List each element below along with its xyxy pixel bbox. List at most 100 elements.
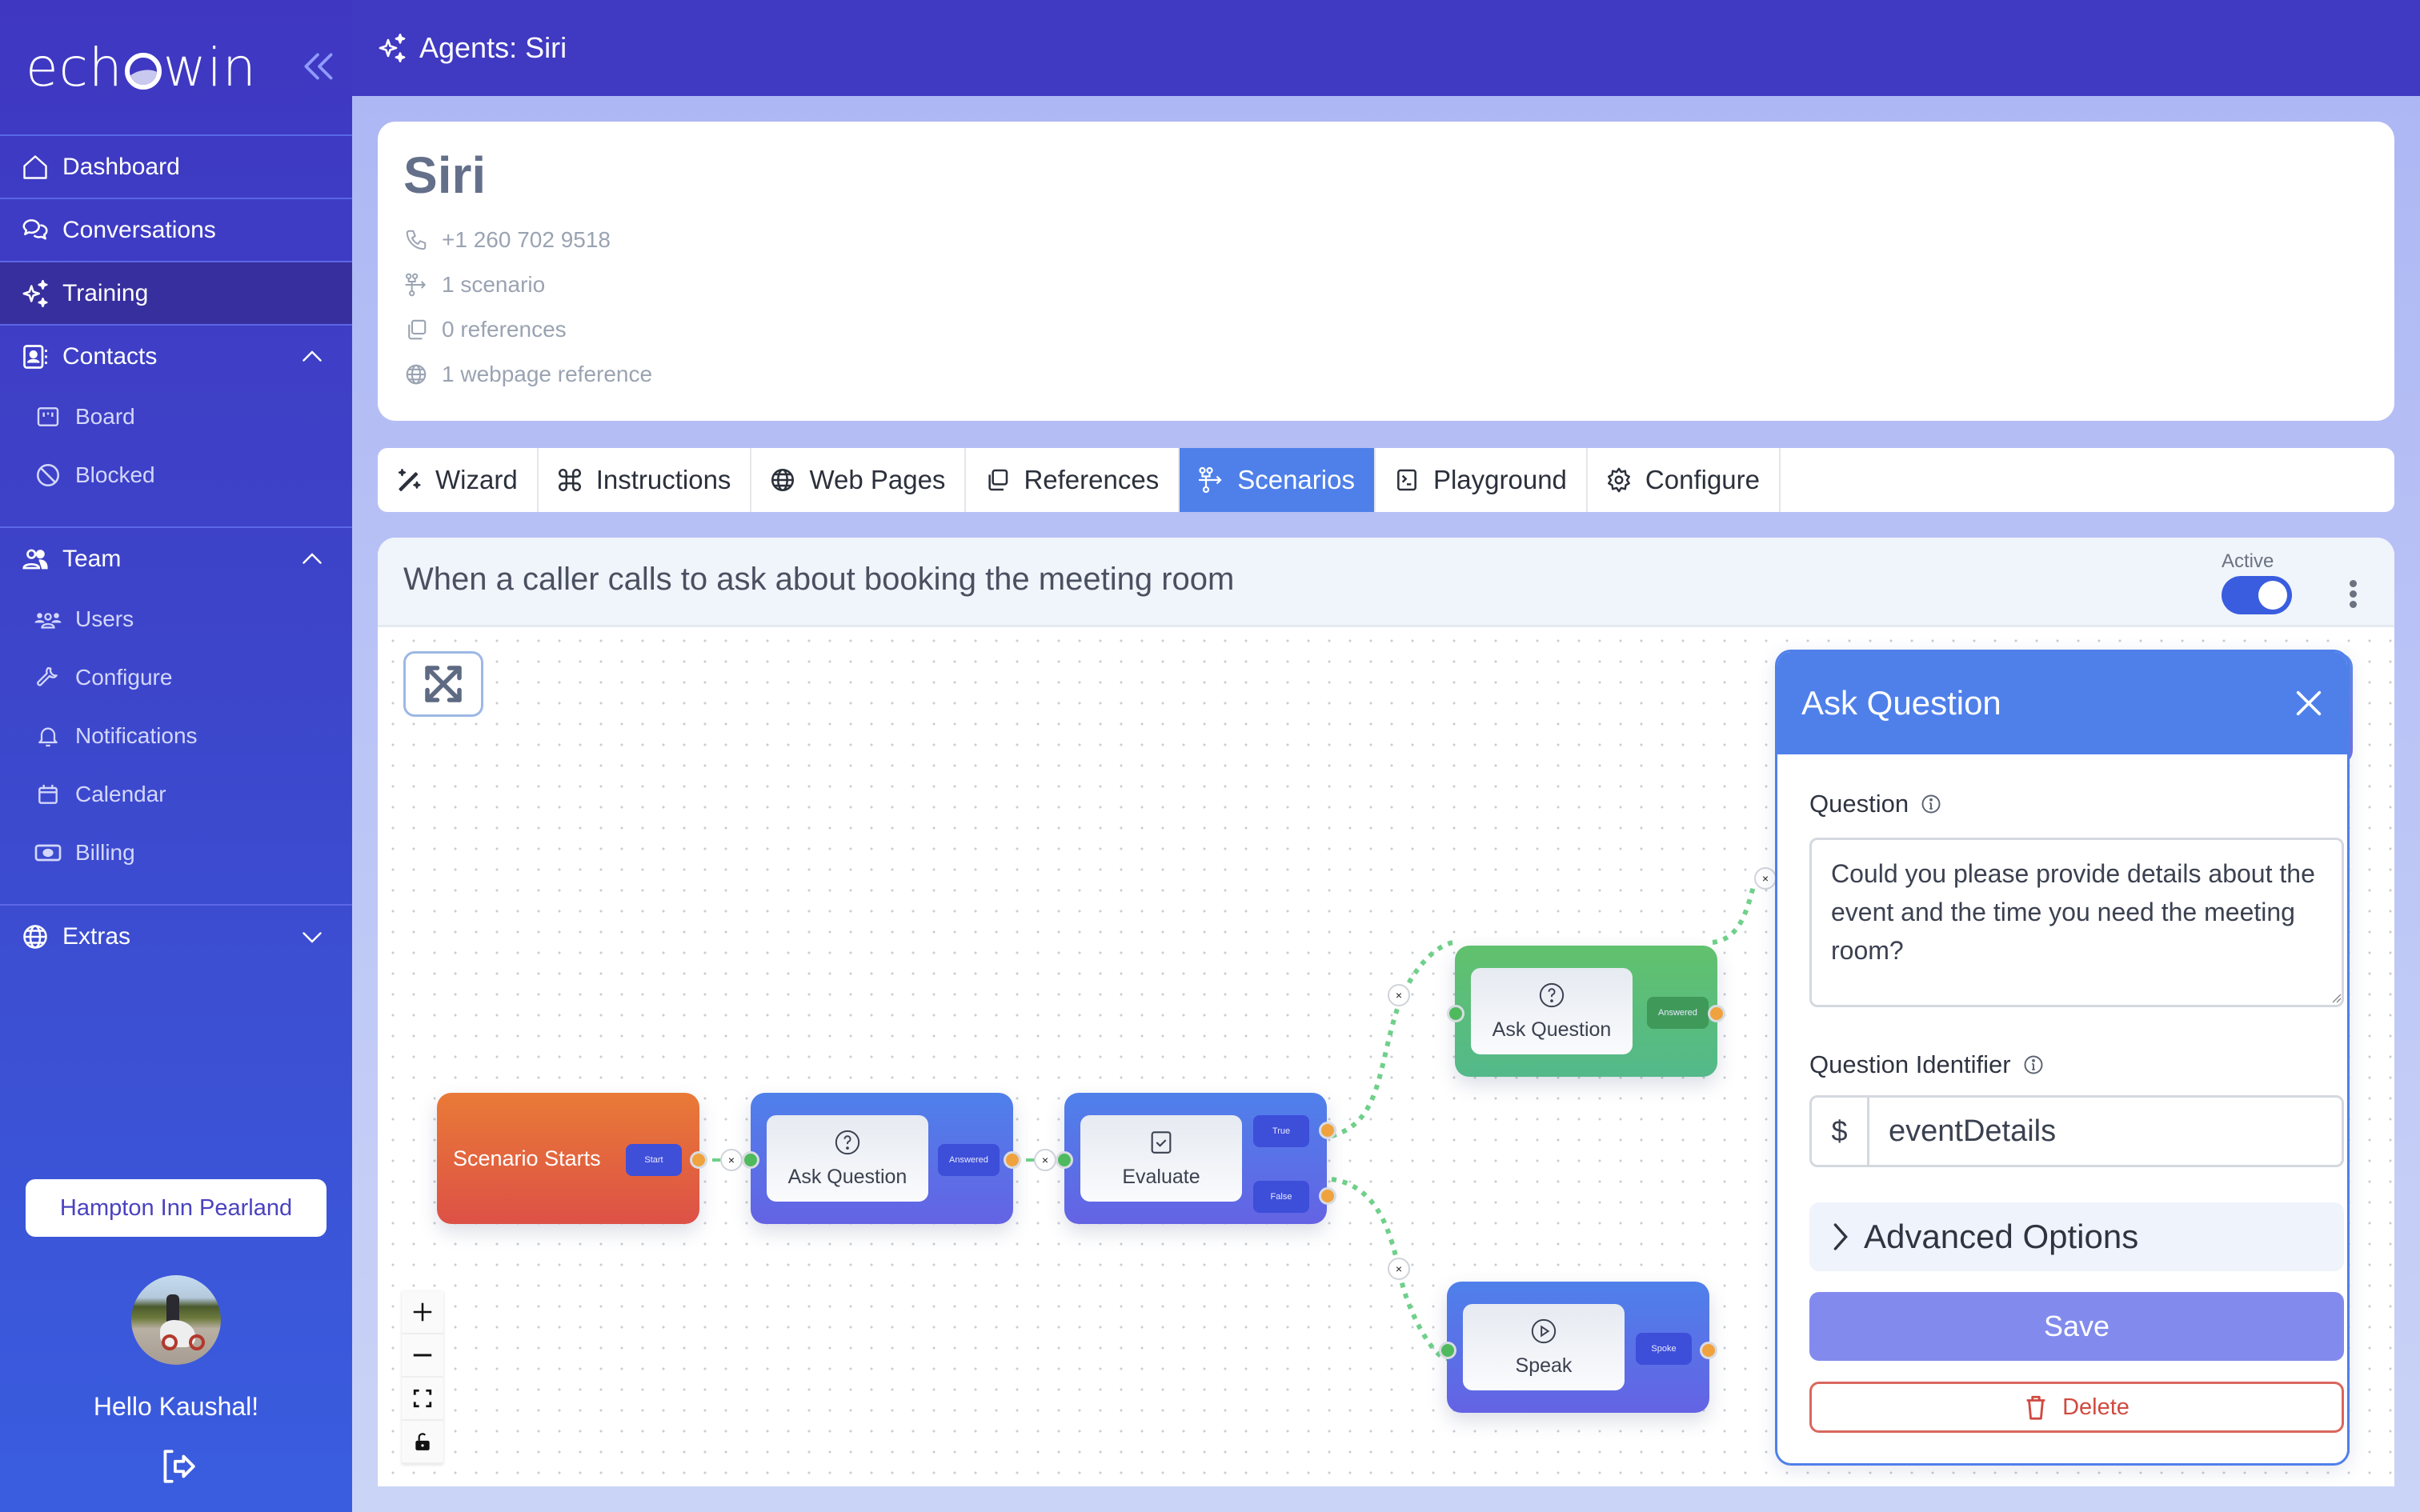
identifier-label-text: Question Identifier [1809, 1050, 2011, 1078]
tab-references[interactable]: References [966, 448, 1180, 512]
output-port[interactable] [690, 1151, 707, 1169]
sidebar-item-configure[interactable]: Configure [0, 648, 352, 706]
agent-scenarios-text: 1 scenario [442, 272, 546, 297]
identifier-label: Question Identifier [1809, 1050, 2045, 1079]
sidebar-item-dashboard[interactable]: Dashboard [0, 134, 352, 198]
tab-instructions[interactable]: Instructions [539, 448, 752, 512]
active-label: Active [2222, 550, 2274, 572]
sidebar-item-calendar[interactable]: Calendar [0, 765, 352, 823]
sidebar-group-contacts[interactable]: Contacts [0, 324, 352, 387]
output-pill-answered: Answered [1647, 997, 1709, 1029]
fit-view-button[interactable] [402, 1378, 443, 1421]
node-scenario-starts[interactable]: Scenario Starts Start [437, 1093, 699, 1224]
avatar[interactable] [131, 1275, 221, 1365]
scenario-icon [403, 272, 429, 298]
agent-phone-text: +1 260 702 9518 [442, 227, 611, 252]
sidebar-group-team[interactable]: Team [0, 526, 352, 590]
node-label: Ask Question [1492, 1018, 1612, 1041]
scenario-title[interactable]: When a caller calls to ask about booking… [403, 562, 1234, 598]
edge-ask2-to-next [1712, 882, 1757, 945]
output-port[interactable] [1004, 1151, 1021, 1169]
node-ask-question[interactable]: Ask Question Answered [751, 1093, 1013, 1224]
globe-icon [19, 921, 51, 953]
chevrons-left-icon [304, 53, 333, 80]
sidebar-item-blocked[interactable]: Blocked [0, 446, 352, 504]
input-port[interactable] [1056, 1151, 1073, 1169]
tab-web-pages[interactable]: Web Pages [751, 448, 967, 512]
tab-wizard[interactable]: Wizard [378, 448, 539, 512]
node-evaluate[interactable]: Evaluate True False [1064, 1093, 1327, 1224]
save-button[interactable]: Save [1809, 1292, 2344, 1361]
identifier-input[interactable] [1869, 1098, 2342, 1165]
tab-configure[interactable]: Configure [1588, 448, 1781, 512]
sidebar-item-training[interactable]: Training [0, 261, 352, 324]
sidebar-item-label: Dashboard [62, 153, 180, 180]
sidebar-item-users[interactable]: Users [0, 590, 352, 648]
blocked-icon [32, 459, 64, 491]
active-toggle[interactable] [2222, 576, 2292, 614]
output-port[interactable] [1708, 1005, 1725, 1022]
tab-scenarios[interactable]: Scenarios [1180, 448, 1376, 512]
agent-tabs: Wizard Instructions Web Pages References… [378, 448, 2394, 512]
close-panel-button[interactable] [2293, 687, 2325, 719]
delete-button[interactable]: Delete [1809, 1382, 2344, 1433]
close-icon [2296, 690, 2322, 716]
output-pill-spoke: Spoke [1636, 1333, 1692, 1365]
edge-eval-true-to-ask2 [1331, 940, 1456, 1138]
edge-delete-button[interactable]: × [1388, 1258, 1410, 1280]
resize-grip-icon[interactable] [2330, 991, 2342, 1004]
lock-button[interactable] [402, 1421, 443, 1464]
identifier-prefix: $ [1812, 1098, 1869, 1165]
agent-webpages-text: 1 webpage reference [442, 362, 653, 386]
sidebar-item-billing[interactable]: Billing [0, 823, 352, 882]
plus-icon [413, 1302, 432, 1322]
home-icon [19, 151, 51, 183]
question-circle-icon [1539, 982, 1565, 1007]
edge-delete-button[interactable]: × [720, 1149, 743, 1171]
output-port[interactable] [1700, 1342, 1717, 1359]
agent-name: Siri [403, 146, 487, 204]
trash-icon [2026, 1395, 2045, 1420]
sidebar-item-board[interactable]: Board [0, 387, 352, 446]
organization-button[interactable]: Hampton Inn Pearland [26, 1179, 327, 1237]
advanced-options-toggle[interactable]: Advanced Options [1809, 1202, 2344, 1271]
output-port-true[interactable] [1319, 1122, 1336, 1139]
output-port-false[interactable] [1319, 1187, 1336, 1205]
sidebar-item-label: Configure [75, 664, 173, 690]
info-icon[interactable] [1920, 793, 1942, 815]
command-icon [555, 465, 585, 495]
node-speak[interactable]: Speak Spoke [1447, 1282, 1709, 1413]
sidebar-item-label: Contacts [62, 342, 158, 370]
play-circle-icon [1531, 1318, 1557, 1343]
terminal-icon [1392, 465, 1422, 495]
team-icon [19, 543, 51, 575]
sidebar-item-notifications[interactable]: Notifications [0, 706, 352, 765]
tab-playground[interactable]: Playground [1376, 448, 1588, 512]
sidebar-item-conversations[interactable]: Conversations [0, 198, 352, 261]
edge-delete-button[interactable]: × [1754, 867, 1777, 890]
input-port[interactable] [1439, 1342, 1456, 1359]
sidebar-item-label: Board [75, 403, 135, 429]
scenario-header: When a caller calls to ask about booking… [378, 538, 2394, 627]
collapse-sidebar-button[interactable] [299, 46, 339, 86]
users-icon [32, 603, 64, 635]
chevron-up-icon [302, 350, 322, 362]
output-pill-true: True [1253, 1115, 1309, 1147]
info-icon[interactable] [2022, 1054, 2045, 1076]
top-bar: Agents: Siri [352, 0, 2420, 96]
question-textarea[interactable]: Could you please provide details about t… [1809, 838, 2344, 1007]
edge-delete-button[interactable]: × [1388, 984, 1410, 1006]
agent-card: Siri +1 260 702 9518 1 scenario 0 refere… [378, 122, 2394, 421]
input-port[interactable] [742, 1151, 759, 1169]
expand-canvas-button[interactable] [403, 651, 483, 717]
node-ask-question-selected[interactable]: Ask Question Answered [1455, 946, 1717, 1077]
logout-button[interactable] [157, 1446, 197, 1486]
input-port[interactable] [1447, 1005, 1464, 1022]
zoom-in-button[interactable] [402, 1291, 443, 1334]
more-options-button[interactable] [2343, 578, 2362, 613]
edge-delete-button[interactable]: × [1034, 1149, 1056, 1171]
delete-label: Delete [2062, 1394, 2130, 1420]
sidebar-group-extras[interactable]: Extras [0, 904, 352, 967]
bell-icon [32, 720, 64, 752]
zoom-out-button[interactable] [402, 1334, 443, 1378]
